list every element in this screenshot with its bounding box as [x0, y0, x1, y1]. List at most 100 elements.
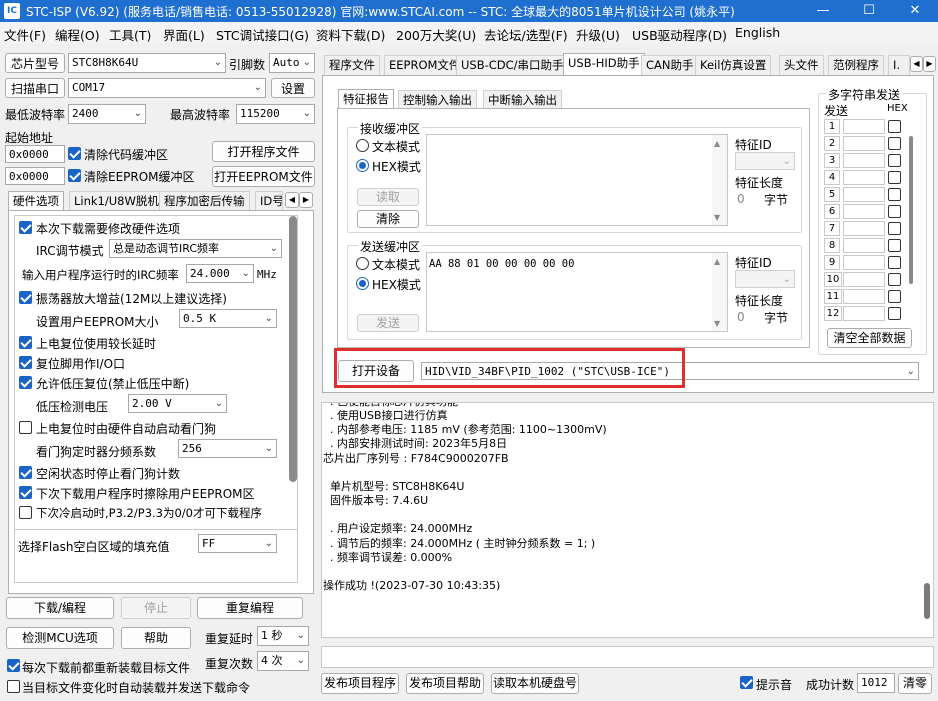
tab-usb-cdc[interactable]: USB-CDC/串口助手: [456, 55, 569, 75]
detect-mcu-button[interactable]: 检测MCU选项: [6, 627, 114, 649]
multi-row-hex-checkbox[interactable]: [888, 290, 901, 303]
wdt-div-select[interactable]: 256 ⌄: [178, 439, 277, 458]
publish-help-button[interactable]: 发布项目帮助: [406, 673, 484, 694]
receive-scrollbar[interactable]: ▲ ▼: [712, 135, 727, 225]
max-baud-select[interactable]: 115200 ⌄: [236, 104, 315, 124]
irc-mode-select[interactable]: 总是动态调节IRC频率 ⌄: [109, 239, 282, 258]
multi-row-hex-checkbox[interactable]: [888, 154, 901, 167]
port-select[interactable]: COM17 ⌄: [68, 78, 266, 98]
multi-row-hex-checkbox[interactable]: [888, 307, 901, 320]
scan-port-button[interactable]: 扫描串口: [5, 78, 65, 98]
send-text-mode-radio[interactable]: [356, 257, 369, 270]
tab-more[interactable]: I.: [888, 55, 910, 75]
menu-usb-driver[interactable]: USB驱动程序(D): [632, 25, 727, 44]
multi-row-input[interactable]: [843, 306, 885, 321]
multi-row-input[interactable]: [843, 289, 885, 304]
right-tab-scroll-right[interactable]: ▶: [923, 56, 936, 72]
chip-model-select[interactable]: STC8H8K64U ⌄: [68, 53, 226, 73]
multi-row-input[interactable]: [843, 187, 885, 202]
tab-usb-hid[interactable]: USB-HID助手: [563, 53, 645, 75]
multi-row-input[interactable]: [843, 136, 885, 151]
repeat-delay-select[interactable]: 1 秒 ⌄: [257, 626, 309, 646]
send-hex-mode-radio[interactable]: [356, 277, 369, 290]
multi-row-hex-checkbox[interactable]: [888, 205, 901, 218]
tab-scroll-right-button[interactable]: ▶: [299, 192, 313, 208]
read-disk-id-button[interactable]: 读取本机硬盘号: [491, 673, 579, 694]
menu-forum[interactable]: 去论坛/选型(F): [484, 25, 568, 44]
min-baud-select[interactable]: 2400 ⌄: [68, 104, 146, 124]
open-program-file-button[interactable]: 打开程序文件: [212, 141, 315, 162]
clear-eeprom-checkbox[interactable]: [68, 169, 81, 182]
erase-eeprom-checkbox[interactable]: [19, 486, 32, 499]
multi-row-input[interactable]: [843, 221, 885, 236]
clear-receive-button[interactable]: 清除: [357, 210, 419, 228]
menu-upgrade[interactable]: 升级(U): [576, 25, 620, 44]
multi-row-hex-checkbox[interactable]: [888, 222, 901, 235]
right-tab-scroll-left[interactable]: ◀: [910, 56, 923, 72]
tab-encrypted-transfer[interactable]: 程序加密后传输: [159, 191, 250, 211]
menu-downloads[interactable]: 资料下载(D): [316, 25, 385, 44]
subtab-interrupt-io[interactable]: 中断输入输出: [483, 90, 562, 110]
eeprom-size-select[interactable]: 0.5 K ⌄: [179, 309, 277, 328]
recv-text-mode-radio[interactable]: [356, 139, 369, 152]
menu-interface[interactable]: 界面(L): [163, 25, 205, 44]
open-eeprom-file-button[interactable]: 打开EEPROM文件: [212, 166, 315, 187]
modify-hw-options-checkbox[interactable]: [19, 221, 32, 234]
read-button[interactable]: 读取: [357, 188, 419, 206]
download-button[interactable]: 下载/编程: [6, 597, 114, 619]
multi-row-input[interactable]: [843, 170, 885, 185]
chip-model-button[interactable]: 芯片型号: [5, 53, 65, 73]
send-button[interactable]: 发送: [357, 314, 419, 332]
multi-row-hex-checkbox[interactable]: [888, 120, 901, 133]
lvd-select[interactable]: 2.00 V ⌄: [128, 394, 227, 413]
send-scrollbar[interactable]: ▲ ▼: [712, 253, 727, 331]
multi-row-hex-checkbox[interactable]: [888, 239, 901, 252]
fill-value-select[interactable]: FF ⌄: [198, 534, 277, 553]
subtab-control-io[interactable]: 控制输入输出: [398, 90, 477, 110]
multi-row-hex-checkbox[interactable]: [888, 188, 901, 201]
tab-hardware-options[interactable]: 硬件选项: [8, 191, 64, 211]
reload-checkbox[interactable]: [7, 659, 20, 672]
multi-row-hex-checkbox[interactable]: [888, 273, 901, 286]
multi-row-input[interactable]: [843, 238, 885, 253]
close-button[interactable]: ✕: [892, 0, 938, 22]
maximize-button[interactable]: ☐: [846, 0, 892, 22]
recv-feature-id-select[interactable]: ⌄: [735, 152, 795, 170]
menu-stc-debug[interactable]: STC调试接口(G): [216, 25, 309, 44]
menu-tools[interactable]: 工具(T): [109, 25, 151, 44]
publish-project-button[interactable]: 发布项目程序: [321, 673, 399, 694]
idle-wdt-checkbox[interactable]: [19, 466, 32, 479]
tab-id[interactable]: ID号: [255, 191, 283, 211]
multi-row-hex-checkbox[interactable]: [888, 137, 901, 150]
beep-checkbox[interactable]: [740, 676, 753, 689]
lvr-checkbox[interactable]: [19, 376, 32, 389]
cold-boot-checkbox[interactable]: [19, 506, 32, 519]
options-scrollbar[interactable]: [289, 216, 297, 482]
clear-count-button[interactable]: 清零: [898, 673, 932, 694]
tab-examples[interactable]: 范例程序: [828, 55, 884, 75]
minimize-button[interactable]: —: [800, 0, 846, 22]
clear-all-data-button[interactable]: 清空全部数据: [827, 328, 912, 348]
multi-row-input[interactable]: [843, 153, 885, 168]
reset-pin-io-checkbox[interactable]: [19, 356, 32, 369]
pin-count-select[interactable]: Auto ⌄: [269, 53, 315, 73]
menu-english[interactable]: English: [735, 25, 780, 40]
menu-prize[interactable]: 200万大奖(U): [396, 25, 476, 44]
por-delay-checkbox[interactable]: [19, 336, 32, 349]
menu-program[interactable]: 编程(O): [55, 25, 100, 44]
repeat-count-select[interactable]: 4 次 ⌄: [257, 651, 309, 671]
send-feature-id-select[interactable]: ⌄: [735, 270, 795, 288]
stop-button[interactable]: 停止: [121, 597, 191, 619]
tab-can[interactable]: CAN助手: [641, 55, 699, 75]
multi-row-hex-checkbox[interactable]: [888, 256, 901, 269]
tab-keil[interactable]: Keil仿真设置: [695, 55, 772, 75]
port-settings-button[interactable]: 设置: [271, 78, 315, 98]
tab-program-file[interactable]: 程序文件: [324, 55, 380, 75]
reprogram-button[interactable]: 重复编程: [197, 597, 303, 619]
multi-row-input[interactable]: [843, 119, 885, 134]
wdt-auto-checkbox[interactable]: [19, 421, 32, 434]
multi-row-input[interactable]: [843, 255, 885, 270]
clear-code-checkbox[interactable]: [68, 147, 81, 160]
code-address-input[interactable]: 0x0000: [5, 145, 65, 163]
tab-link1-offline[interactable]: Link1/U8W脱机: [69, 191, 164, 211]
